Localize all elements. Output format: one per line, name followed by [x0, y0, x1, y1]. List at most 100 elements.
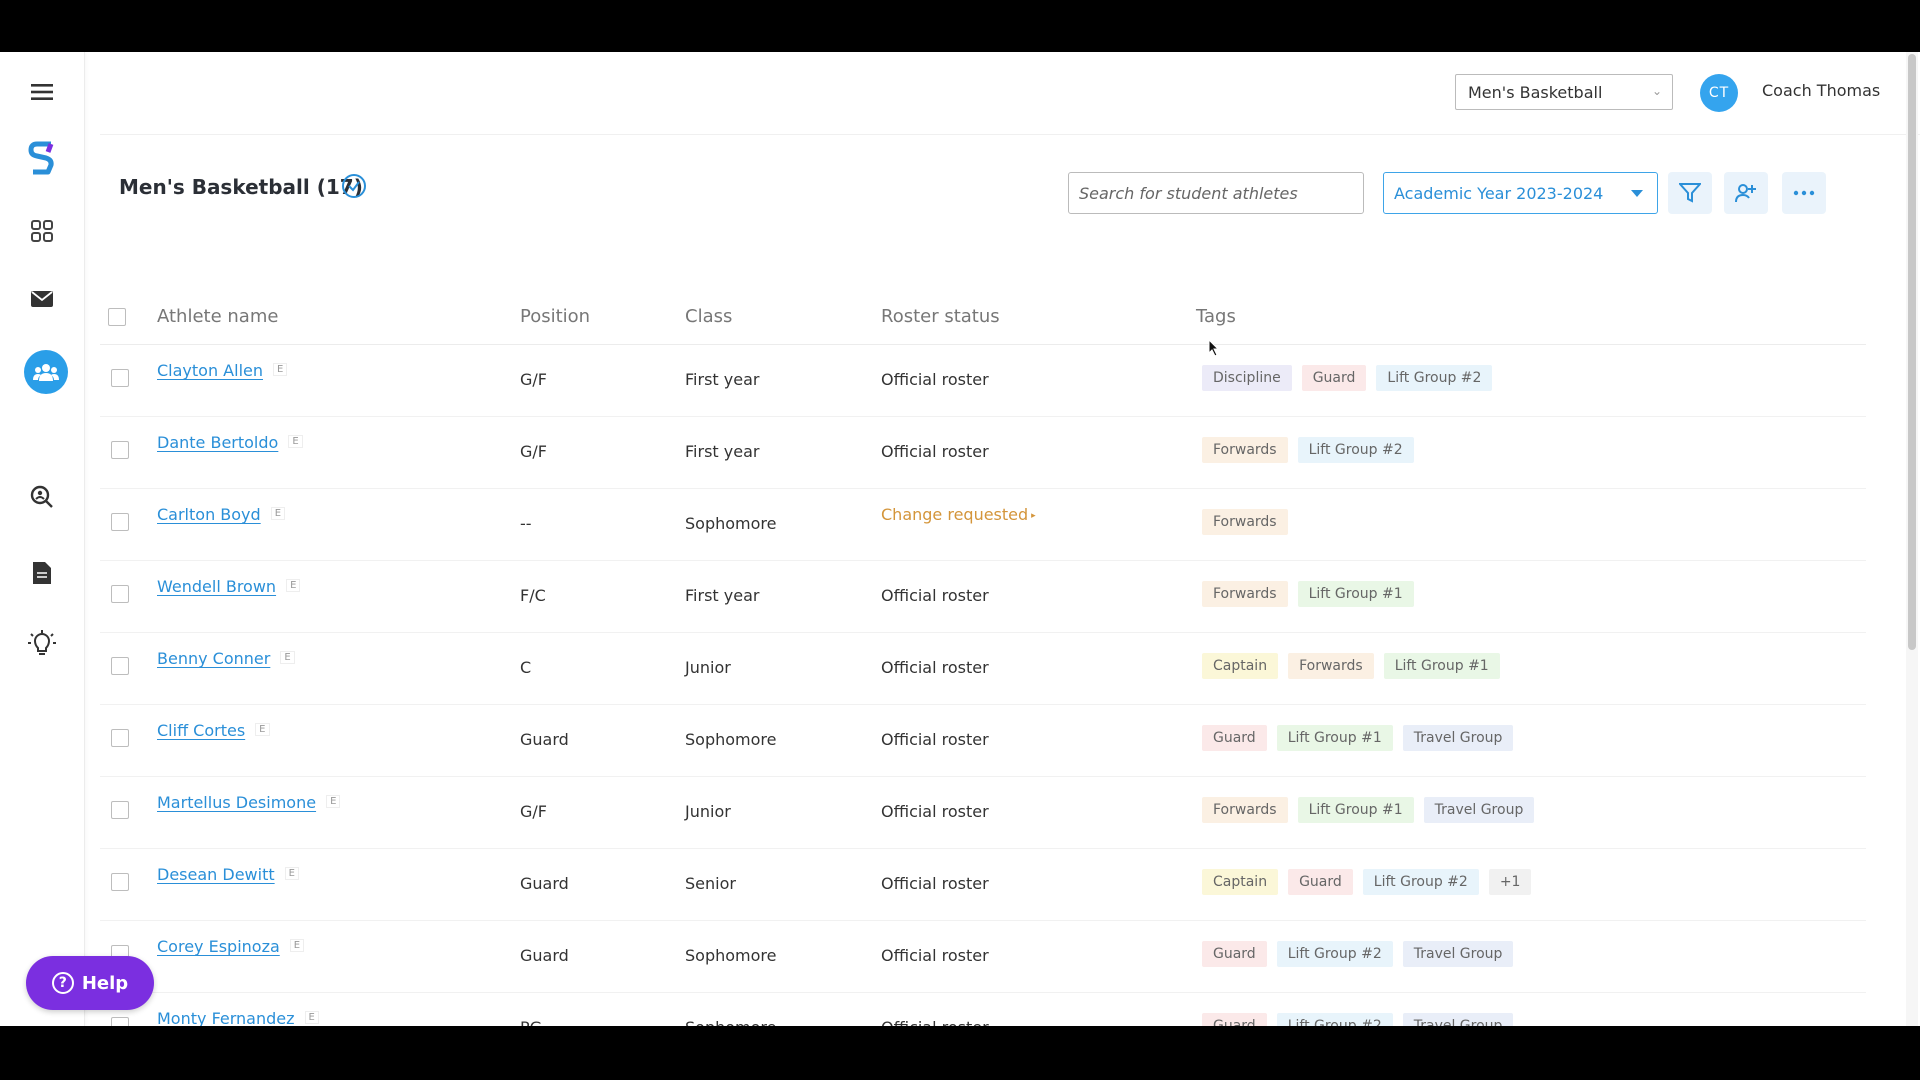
- table-row[interactable]: Carlton Boyd E -- Sophomore Change requested…: [100, 489, 1866, 561]
- app-window: Men's Basketball ⌄ CT Coach Thomas Men's…: [0, 52, 1920, 1026]
- athlete-name-link[interactable]: Martellus Desimone: [157, 793, 316, 812]
- select-all-checkbox[interactable]: [108, 308, 126, 326]
- roster-status-cell: Official roster: [881, 586, 989, 605]
- user-name[interactable]: Coach Thomas: [1762, 81, 1880, 100]
- menu-icon[interactable]: [22, 72, 62, 112]
- tag-chip[interactable]: Captain: [1202, 653, 1279, 679]
- table-row[interactable]: Martellus Desimone E G/F Junior Official ros…: [100, 777, 1866, 849]
- search-people-icon[interactable]: [22, 477, 62, 517]
- tag-chip[interactable]: Guard: [1202, 941, 1267, 967]
- athlete-name-link[interactable]: Carlton Boyd: [157, 505, 261, 524]
- roster-status-change-link[interactable]: Change requested ▸: [881, 505, 1036, 524]
- help-button[interactable]: ? Help: [26, 956, 154, 1010]
- eligibility-badge: E: [280, 651, 295, 664]
- tag-chip[interactable]: Discipline: [1202, 365, 1292, 391]
- more-icon: [1793, 190, 1815, 196]
- filter-button[interactable]: [1668, 172, 1712, 214]
- scrollbar[interactable]: [1906, 52, 1918, 1026]
- table-row[interactable]: Desean Dewitt E Guard Senior Official roster…: [100, 849, 1866, 921]
- column-header-tags[interactable]: Tags: [1196, 306, 1236, 327]
- table-row[interactable]: Monty Fernandez E PG Sophomore Official rost…: [100, 993, 1866, 1026]
- tag-chip[interactable]: Guard: [1202, 725, 1267, 751]
- row-checkbox[interactable]: [111, 513, 129, 531]
- tag-chip[interactable]: Travel Group: [1402, 725, 1514, 751]
- tag-chip[interactable]: Guard: [1202, 1013, 1267, 1026]
- tag-chip[interactable]: Travel Group: [1423, 797, 1535, 823]
- table-row[interactable]: Benny Conner E C Junior Official roster Capta…: [100, 633, 1866, 705]
- avatar[interactable]: CT: [1700, 74, 1738, 112]
- tag-chip[interactable]: Forwards: [1202, 581, 1288, 607]
- tag-chip[interactable]: Travel Group: [1402, 1013, 1514, 1026]
- eligibility-badge: E: [270, 507, 286, 520]
- tag-chip[interactable]: Forwards: [1202, 509, 1288, 535]
- position-cell: Guard: [520, 946, 569, 965]
- row-checkbox[interactable]: [111, 441, 129, 459]
- tag-chip[interactable]: Lift Group #1: [1383, 653, 1500, 679]
- team-icon[interactable]: [24, 350, 68, 394]
- column-header-position[interactable]: Position: [520, 306, 590, 327]
- tag-chip[interactable]: Lift Group #1: [1276, 725, 1393, 751]
- more-options-button[interactable]: [1782, 172, 1826, 214]
- tag-chip[interactable]: Captain: [1202, 869, 1279, 895]
- search-input[interactable]: [1068, 172, 1364, 214]
- column-header-class[interactable]: Class: [685, 306, 732, 327]
- row-checkbox[interactable]: [111, 873, 129, 891]
- athlete-name-link[interactable]: Dante Bertoldo: [157, 433, 278, 452]
- athlete-name-link[interactable]: Cliff Cortes: [157, 721, 245, 740]
- athlete-name-cell: Monty Fernandez E: [157, 1009, 319, 1026]
- tag-chip[interactable]: Guard: [1288, 869, 1353, 895]
- class-cell: Junior: [685, 658, 731, 677]
- eligibility-badge: E: [284, 867, 299, 880]
- column-header-athlete-name[interactable]: Athlete name: [157, 306, 278, 327]
- tag-chip[interactable]: Lift Group #2: [1297, 437, 1414, 463]
- table-row[interactable]: Dante Bertoldo E G/F First year Official ros…: [100, 417, 1866, 489]
- team-select[interactable]: Men's Basketball ⌄: [1455, 74, 1673, 110]
- tag-chip[interactable]: Forwards: [1202, 437, 1288, 463]
- chevron-down-icon: ⌄: [1651, 84, 1662, 98]
- athlete-name-link[interactable]: Wendell Brown: [157, 577, 276, 596]
- document-icon[interactable]: [22, 553, 62, 593]
- row-checkbox[interactable]: [111, 657, 129, 675]
- class-cell: Sophomore: [685, 730, 777, 749]
- tag-chip[interactable]: Travel Group: [1402, 941, 1514, 967]
- row-checkbox[interactable]: [111, 729, 129, 747]
- position-cell: --: [520, 514, 532, 533]
- tag-chip[interactable]: Lift Group #2: [1376, 365, 1493, 391]
- tag-chip[interactable]: Lift Group #2: [1276, 941, 1393, 967]
- row-checkbox[interactable]: [111, 369, 129, 387]
- scrollbar-thumb[interactable]: [1908, 54, 1916, 650]
- position-cell: PG: [520, 1018, 542, 1026]
- logo-icon[interactable]: [22, 138, 62, 178]
- column-header-roster-status[interactable]: Roster status: [881, 306, 1000, 327]
- class-cell: Senior: [685, 874, 736, 893]
- tag-chip[interactable]: Lift Group #2: [1276, 1013, 1393, 1026]
- athlete-name-link[interactable]: Clayton Allen: [157, 361, 263, 380]
- tag-chip[interactable]: Forwards: [1288, 653, 1374, 679]
- athlete-name-link[interactable]: Corey Espinoza: [157, 937, 280, 956]
- tag-chip[interactable]: +1: [1488, 869, 1532, 895]
- table-row[interactable]: Wendell Brown E F/C First year Official rost…: [100, 561, 1866, 633]
- tag-chip[interactable]: Guard: [1301, 365, 1367, 391]
- table-row[interactable]: Cliff Cortes E Guard Sophomore Official rost…: [100, 705, 1866, 777]
- table-row[interactable]: Corey Espinoza E Guard Sophomore Official ro…: [100, 921, 1866, 993]
- tag-chip[interactable]: Forwards: [1202, 797, 1288, 823]
- dashboard-icon[interactable]: [22, 211, 62, 251]
- athlete-name-link[interactable]: Desean Dewitt: [157, 865, 275, 884]
- tag-chip[interactable]: Lift Group #1: [1297, 581, 1414, 607]
- roster-status-cell: Official roster: [881, 1018, 989, 1026]
- mail-icon[interactable]: [22, 279, 62, 319]
- add-athlete-button[interactable]: [1724, 172, 1768, 214]
- row-checkbox[interactable]: [111, 585, 129, 603]
- tags-cell: Forwards Lift Group #1 Travel Group: [1202, 797, 1535, 823]
- row-checkbox[interactable]: [111, 1017, 129, 1026]
- athlete-name-cell: Dante Bertoldo E: [157, 433, 303, 452]
- table-row[interactable]: Clayton Allen E G/F First year Official rost…: [100, 345, 1866, 417]
- idea-icon[interactable]: [22, 624, 62, 664]
- athlete-name-link[interactable]: Benny Conner: [157, 649, 270, 668]
- athlete-name-link[interactable]: Monty Fernandez: [157, 1009, 295, 1026]
- tag-chip[interactable]: Lift Group #2: [1362, 869, 1479, 895]
- row-checkbox[interactable]: [111, 801, 129, 819]
- academic-year-select[interactable]: Academic Year 2023-2024: [1383, 172, 1658, 214]
- tag-chip[interactable]: Lift Group #1: [1297, 797, 1414, 823]
- class-cell: Sophomore: [685, 946, 777, 965]
